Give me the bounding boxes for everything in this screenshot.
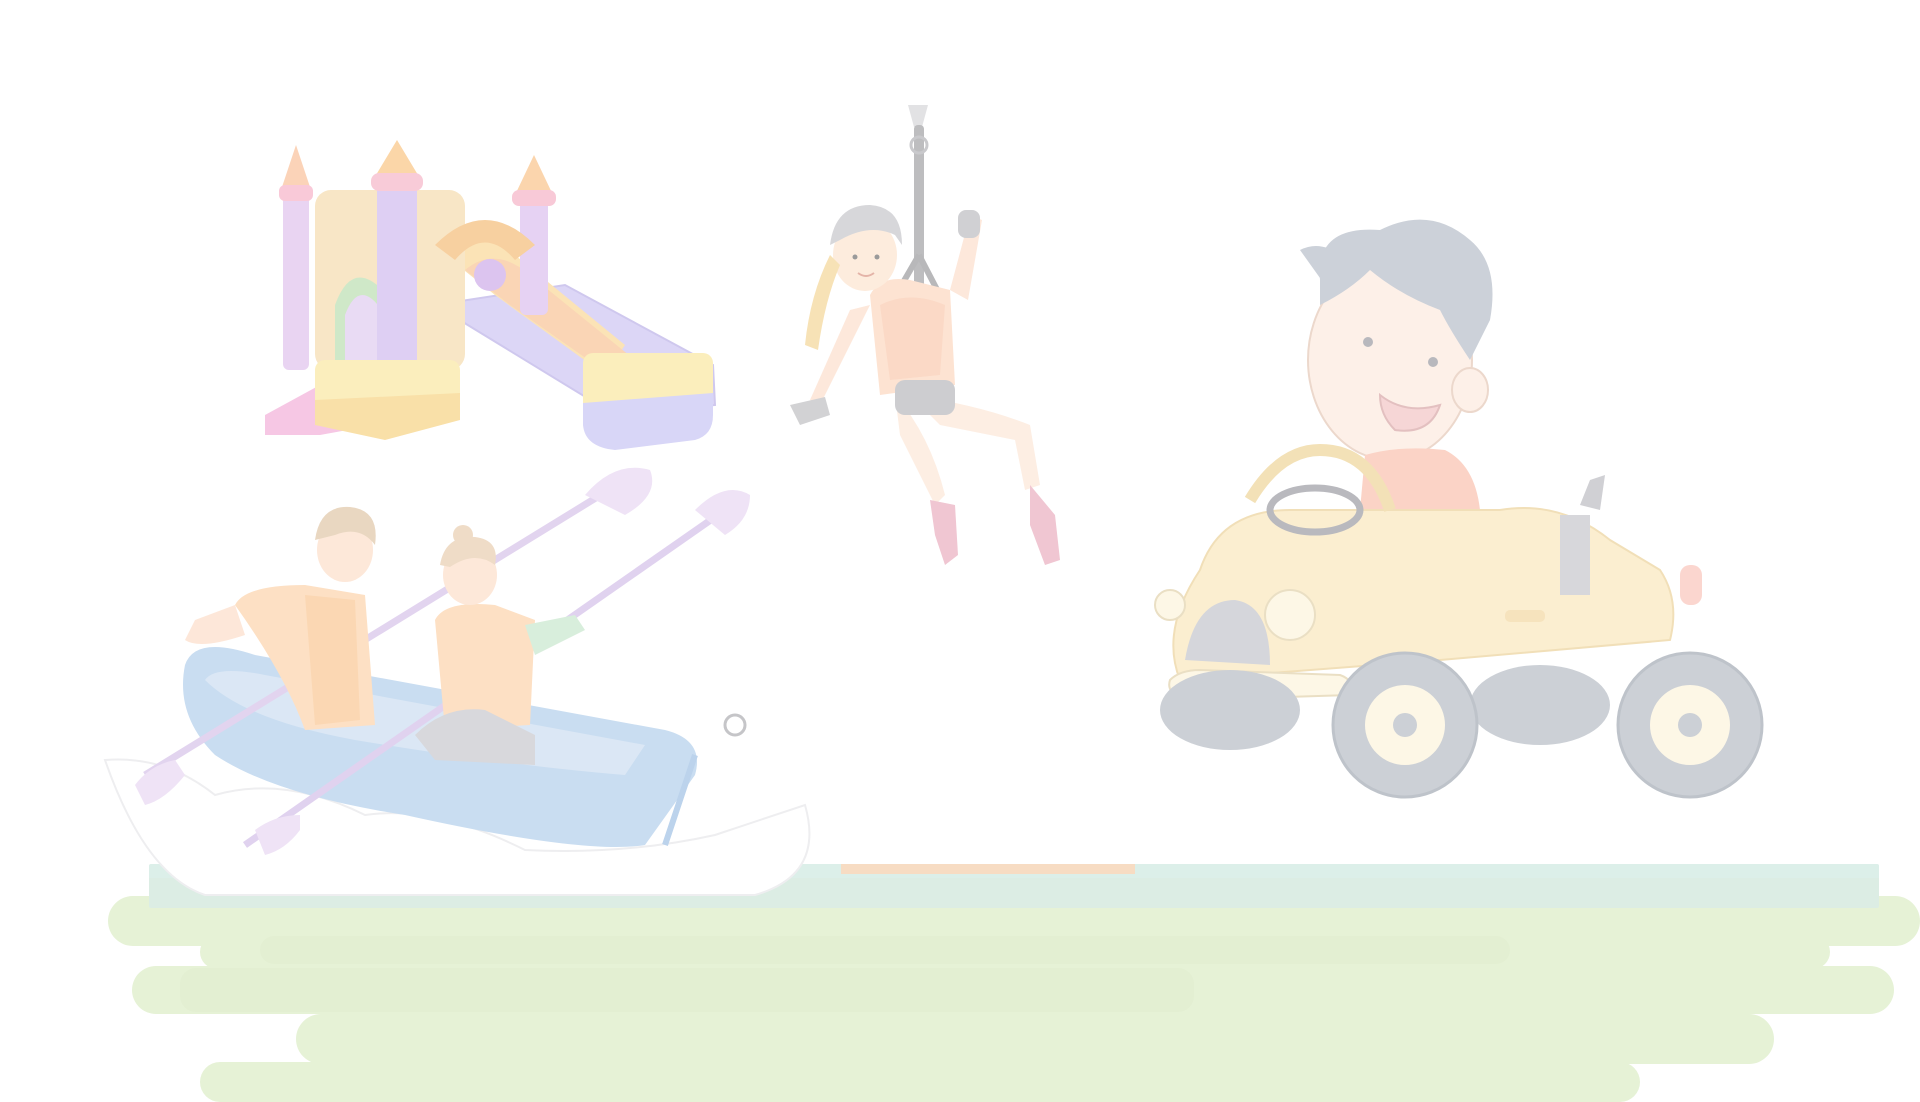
progress-fill	[841, 864, 1135, 874]
kayak-icon[interactable]	[103, 455, 845, 910]
game-scene	[0, 0, 1920, 1102]
bounce-castle-icon[interactable]	[265, 135, 720, 455]
grass-stripe	[296, 1014, 1774, 1064]
grass-shadow	[260, 936, 1510, 964]
grass-shadow	[180, 968, 1194, 1012]
toy-car-icon[interactable]	[1140, 210, 1780, 800]
grass-stripe	[200, 1062, 1640, 1102]
